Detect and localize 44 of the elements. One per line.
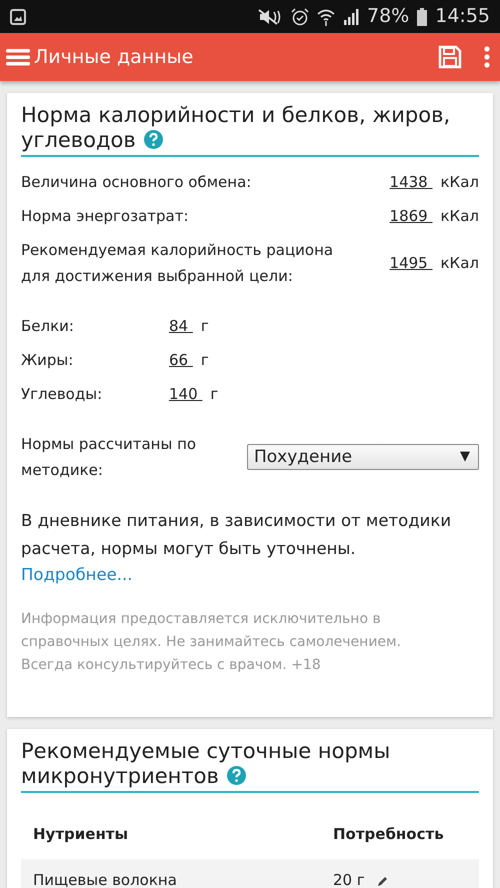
value-link[interactable]: 84 bbox=[169, 313, 193, 339]
help-icon[interactable] bbox=[226, 766, 246, 785]
battery-icon bbox=[417, 8, 428, 26]
row-label: Углеводы: bbox=[21, 384, 104, 405]
unit-label: кКал bbox=[440, 253, 479, 274]
image-icon bbox=[10, 8, 26, 24]
unit-label: кКал bbox=[440, 206, 479, 227]
unit-label: кКал bbox=[440, 172, 479, 193]
value-link[interactable]: 66 bbox=[169, 347, 193, 373]
save-icon[interactable] bbox=[438, 45, 462, 69]
wifi-icon bbox=[317, 8, 335, 26]
info-text: В дневнике питания, в зависимости от методики расчета, нормы могут быть уточнены. bbox=[21, 510, 452, 560]
section-title: Рекомендуемые суточные нормы bbox=[21, 738, 390, 763]
clock: 14:55 bbox=[435, 4, 490, 30]
section-title: Норма калорийности и белков, жиров, bbox=[21, 103, 450, 127]
section-title: углеводов bbox=[21, 128, 136, 152]
unit-label: г bbox=[200, 316, 209, 337]
more-icon[interactable] bbox=[484, 45, 490, 69]
screen-title: Личные данные bbox=[34, 44, 194, 70]
method-label: Нормы рассчитаны по методике: bbox=[21, 434, 198, 481]
signal-icon bbox=[343, 8, 359, 24]
row-label: Норма энергозатрат: bbox=[21, 206, 190, 227]
value-link[interactable]: 1438 bbox=[390, 169, 432, 195]
row-label: Жиры: bbox=[21, 350, 74, 371]
unit-label: г bbox=[210, 384, 218, 405]
method-select[interactable]: Похудение ▼ bbox=[247, 444, 479, 470]
column-header: Потребность bbox=[332, 824, 445, 845]
section-title: микронутриентов bbox=[21, 764, 219, 788]
help-icon[interactable] bbox=[144, 130, 163, 149]
mute-icon bbox=[257, 8, 283, 26]
pencil-icon[interactable] bbox=[376, 874, 389, 886]
row-label: Рекомендуемая калорийность рациона для достижения выбранной цели: bbox=[21, 240, 334, 287]
more-link[interactable]: Подробнее... bbox=[21, 565, 132, 584]
disclaimer-text: Информация предоставляется исключительно в справочных целях. Не занимайтесь самолечением. Всегда консультируйтесь с врачом. +18 bbox=[21, 610, 402, 675]
menu-icon[interactable] bbox=[6, 47, 30, 67]
value-link[interactable]: 1869 bbox=[390, 203, 432, 229]
column-header: Нутриенты bbox=[32, 824, 130, 845]
alarm-icon bbox=[291, 8, 309, 26]
battery-level: 78% bbox=[367, 4, 410, 30]
row-label: Белки: bbox=[21, 316, 75, 337]
unit-label: г bbox=[200, 350, 209, 371]
value-link[interactable]: 1495 bbox=[390, 250, 432, 276]
value-link[interactable]: 140 bbox=[169, 381, 202, 407]
row-label: Величина основного обмена: bbox=[21, 172, 252, 193]
